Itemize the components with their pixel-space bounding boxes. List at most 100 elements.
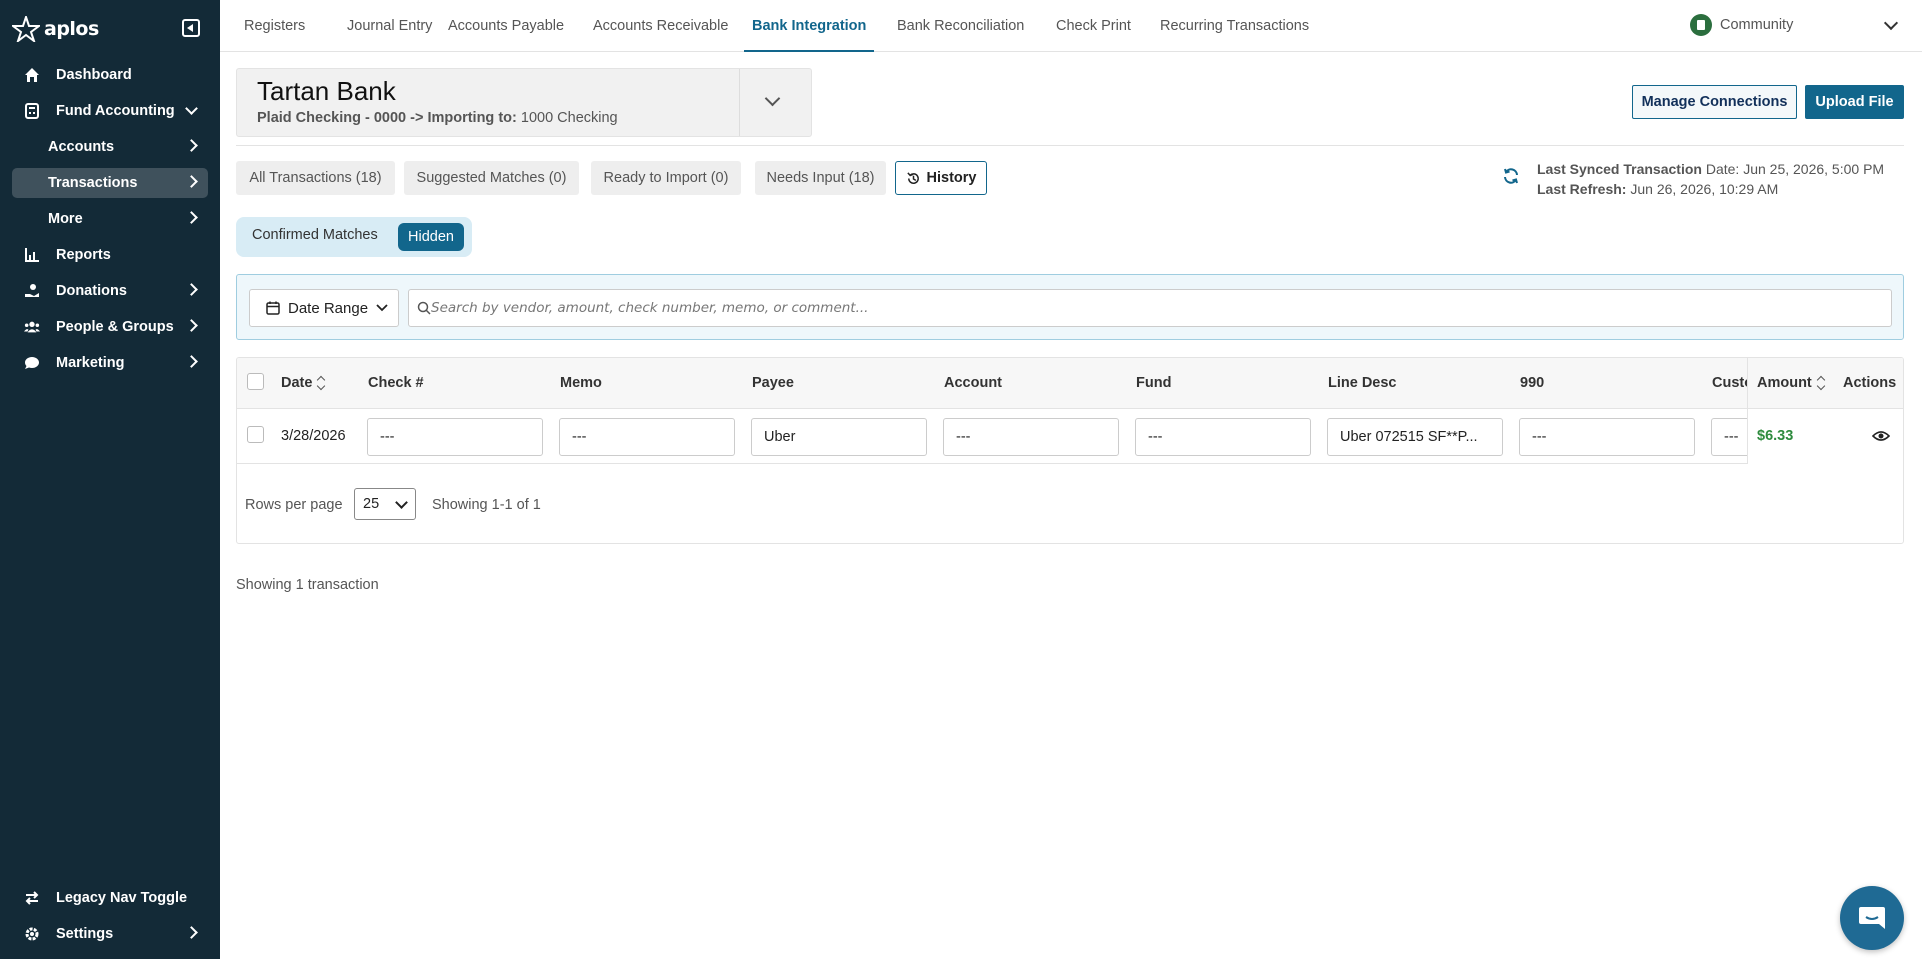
- search-icon: [417, 301, 431, 315]
- column-header-account: Account: [944, 375, 1002, 391]
- chevron-right-icon: [185, 319, 198, 332]
- sidebar-item-settings[interactable]: Settings: [12, 919, 208, 949]
- table-header: Date Check # Memo Payee Account Fund Lin…: [237, 358, 1903, 409]
- refresh-icon[interactable]: [1502, 167, 1520, 185]
- column-header-actions: Actions: [1843, 375, 1897, 391]
- tab-history[interactable]: History: [895, 161, 987, 195]
- column-header-fund: Fund: [1136, 375, 1172, 391]
- sidebar-item-label: Settings: [56, 926, 114, 942]
- bank-source: Plaid Checking - 0000 -> Importing to:: [257, 110, 517, 126]
- 990-select[interactable]: ---: [1519, 418, 1695, 456]
- date-range-dropdown[interactable]: Date Range: [249, 289, 399, 327]
- check-number-input[interactable]: ---: [367, 418, 543, 456]
- upload-file-button[interactable]: Upload File: [1805, 85, 1904, 119]
- account-select[interactable]: ---: [943, 418, 1119, 456]
- sort-icon: [318, 377, 325, 389]
- tab-accounts-payable[interactable]: Accounts Payable: [448, 0, 564, 52]
- tab-registers[interactable]: Registers: [244, 0, 305, 52]
- sticky-amount-actions-columns: Amount Actions $6.33: [1747, 358, 1903, 464]
- sidebar-item-dashboard[interactable]: Dashboard: [12, 60, 208, 90]
- tab-needs-input[interactable]: Needs Input (18): [755, 161, 886, 195]
- last-synced-label: Last Synced Transaction: [1537, 161, 1702, 177]
- chevron-right-icon: [185, 175, 198, 188]
- building-icon: [1690, 14, 1712, 36]
- fund-select[interactable]: ---: [1135, 418, 1311, 456]
- sidebar-item-label: Legacy Nav Toggle: [56, 890, 188, 906]
- row-amount: $6.33: [1757, 428, 1794, 444]
- toggle-confirmed-matches[interactable]: Confirmed Matches: [252, 227, 378, 243]
- eye-icon[interactable]: [1872, 429, 1890, 443]
- tab-suggested-matches[interactable]: Suggested Matches (0): [404, 161, 579, 195]
- history-icon: [906, 171, 919, 184]
- column-header-line-desc: Line Desc: [1328, 375, 1397, 391]
- calendar-icon: [266, 301, 280, 315]
- date-range-label: Date Range: [288, 299, 369, 317]
- sidebar-item-accounts[interactable]: Accounts: [12, 132, 208, 162]
- tab-all-transactions[interactable]: All Transactions (18): [236, 161, 395, 195]
- toggle-hidden[interactable]: Hidden: [398, 223, 464, 251]
- tab-check-print[interactable]: Check Print: [1056, 0, 1131, 52]
- tab-recurring-transactions[interactable]: Recurring Transactions: [1160, 0, 1309, 52]
- bank-name: Tartan Bank: [257, 76, 396, 106]
- tab-ready-to-import[interactable]: Ready to Import (0): [591, 161, 741, 195]
- divider: [236, 145, 1904, 146]
- column-header-amount[interactable]: Amount: [1757, 375, 1825, 391]
- transaction-count: Showing 1 transaction: [236, 577, 379, 593]
- sidebar-item-legacy-nav-toggle[interactable]: Legacy Nav Toggle: [12, 883, 208, 913]
- bank-connection-details: Plaid Checking - 0000 -> Importing to: 1…: [257, 110, 618, 126]
- sidebar-item-transactions[interactable]: Transactions: [12, 168, 208, 198]
- match-filter-toggle: Confirmed Matches Hidden: [236, 217, 472, 257]
- memo-input[interactable]: ---: [559, 418, 735, 456]
- tab-journal-entry[interactable]: Journal Entry: [347, 0, 432, 52]
- last-refresh-label: Last Refresh:: [1537, 181, 1627, 197]
- sidebar-item-label: Donations: [56, 283, 127, 299]
- line-desc-input[interactable]: Uber 072515 SF**P...: [1327, 418, 1503, 456]
- payee-input[interactable]: Uber: [751, 418, 927, 456]
- manage-connections-button[interactable]: Manage Connections: [1632, 85, 1797, 119]
- search-box: [408, 289, 1892, 327]
- select-all-checkbox[interactable]: [247, 373, 264, 390]
- row-select-checkbox[interactable]: [247, 426, 264, 443]
- chat-support-button[interactable]: [1840, 886, 1904, 950]
- top-navigation: Registers Journal Entry Accounts Payable…: [220, 0, 1922, 52]
- organization-switcher[interactable]: Community: [1690, 14, 1793, 36]
- sidebar-item-more[interactable]: More: [12, 204, 208, 234]
- tab-bank-reconciliation[interactable]: Bank Reconciliation: [897, 0, 1024, 52]
- pagination-summary: Showing 1-1 of 1: [432, 497, 541, 513]
- sidebar-item-donations[interactable]: Donations: [12, 276, 208, 306]
- chevron-right-icon: [185, 139, 198, 152]
- home-icon: [24, 67, 40, 83]
- chevron-down-icon: [376, 304, 388, 312]
- sidebar-item-label: Accounts: [48, 139, 115, 155]
- sidebar-item-marketing[interactable]: Marketing: [12, 348, 208, 378]
- tab-label: History: [926, 170, 977, 186]
- chevron-right-icon: [185, 355, 198, 368]
- sidebar-item-label: Fund Accounting: [56, 103, 175, 119]
- search-input[interactable]: [431, 290, 1881, 326]
- sidebar-item-label: Dashboard: [56, 67, 132, 83]
- aplos-logo[interactable]: aplos: [12, 12, 99, 46]
- sidebar-item-label: Transactions: [48, 175, 138, 191]
- chevron-down-icon[interactable]: [764, 90, 781, 107]
- divider: [739, 69, 740, 136]
- sidebar-item-people-groups[interactable]: People & Groups: [12, 312, 208, 342]
- chevron-right-icon: [185, 283, 198, 296]
- sidebar-item-fund-accounting[interactable]: Fund Accounting: [12, 96, 208, 126]
- aplos-logo-icon: [12, 16, 40, 42]
- tab-accounts-receivable[interactable]: Accounts Receivable: [593, 0, 728, 52]
- chat-icon: [1859, 907, 1885, 929]
- tab-bank-integration[interactable]: Bank Integration: [744, 0, 875, 52]
- column-label: Amount: [1757, 375, 1812, 391]
- sidebar-item-label: People & Groups: [56, 319, 174, 335]
- rows-per-page-select[interactable]: 25: [354, 488, 416, 520]
- collapse-sidebar-icon[interactable]: [182, 19, 200, 37]
- sort-icon: [1818, 377, 1825, 389]
- filter-bar: Date Range: [236, 274, 1904, 340]
- chevron-down-icon[interactable]: [1883, 15, 1899, 31]
- column-header-date[interactable]: Date: [281, 375, 325, 391]
- chat-bubble-icon: [24, 355, 40, 371]
- sidebar-item-reports[interactable]: Reports: [12, 240, 208, 270]
- people-icon: [24, 319, 40, 335]
- logo-text: aplos: [44, 18, 99, 40]
- bank-account-selector[interactable]: Tartan Bank Plaid Checking - 0000 -> Imp…: [236, 68, 812, 137]
